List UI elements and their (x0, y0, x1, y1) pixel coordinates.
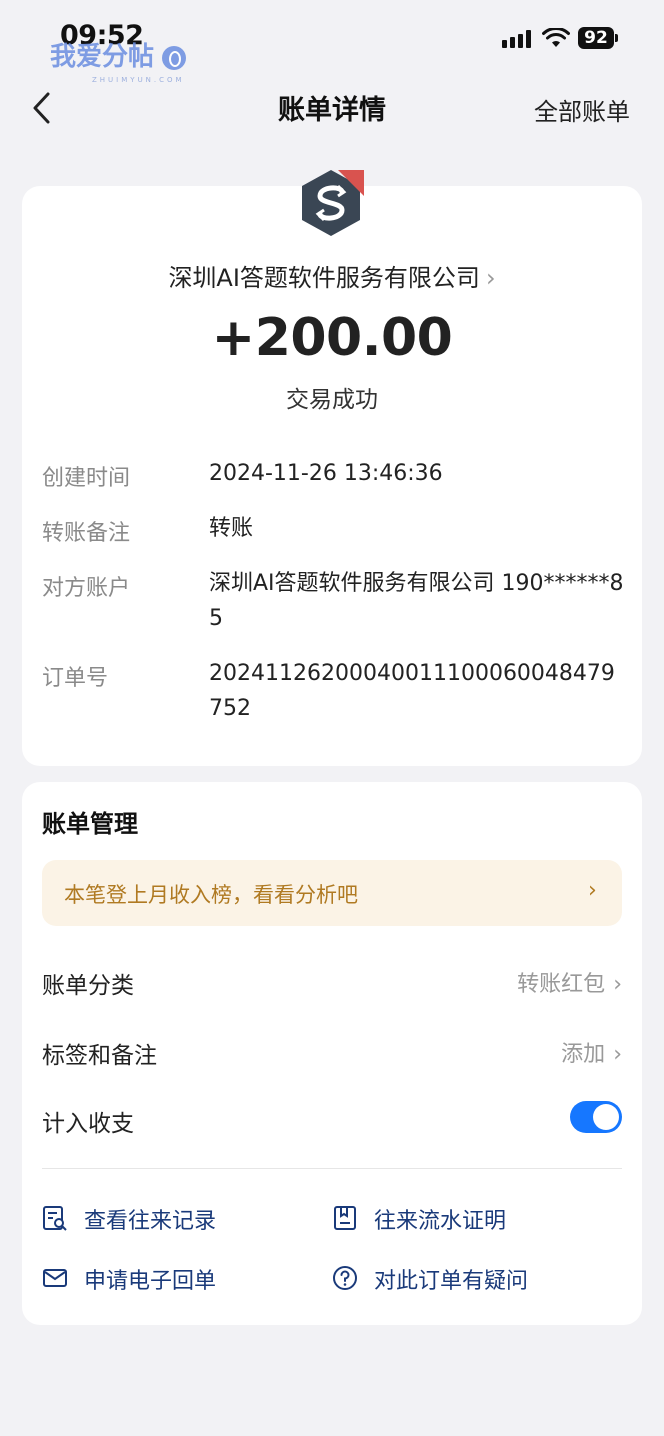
tags-notes-label: 标签和备注 (42, 1043, 157, 1069)
wifi-icon (542, 28, 570, 47)
battery-cap (615, 34, 618, 42)
order-question-link[interactable]: 对此订单有疑问 (374, 1263, 528, 1295)
detail-label-order-number: 订单号 (42, 666, 109, 691)
statement-document-icon (334, 1206, 356, 1230)
bill-category-value-text: 转账红包 (517, 972, 606, 997)
tags-notes-add[interactable]: 添加 › (561, 1036, 622, 1068)
records-search-icon (43, 1206, 67, 1231)
tags-notes-add-text: 添加 (561, 1042, 606, 1067)
detail-label-created-time: 创建时间 (42, 466, 131, 491)
detail-label-counterparty: 对方账户 (42, 576, 131, 601)
watermark-sub: ZHUIMYUN.COM (92, 76, 185, 84)
count-in-income-label: 计入收支 (42, 1111, 134, 1137)
merchant-name[interactable]: 深圳AI答题软件服务有限公司 › (0, 258, 664, 293)
watermark-text: 我爱分帖 (50, 42, 155, 72)
merchant-name-text: 深圳AI答题软件服务有限公司 (168, 264, 480, 292)
watermark-logo-icon (162, 45, 187, 70)
transaction-status: 交易成功 (286, 387, 378, 413)
detail-label-transfer-note: 转账备注 (42, 521, 131, 546)
chevron-right-icon: › (613, 1042, 622, 1067)
chevron-right-icon: › (613, 972, 622, 997)
detail-value-transfer-note: 转账 (209, 516, 254, 541)
battery-indicator: 92 (578, 27, 614, 49)
electronic-receipt-link[interactable]: 申请电子回单 (84, 1263, 216, 1295)
watermark: 我爱分帖 (50, 36, 187, 73)
view-records-link[interactable]: 查看往来记录 (84, 1203, 216, 1235)
chevron-right-icon: › (485, 264, 496, 292)
chevron-right-icon: › (588, 878, 597, 903)
toggle-knob (593, 1104, 619, 1130)
count-in-income-toggle[interactable] (570, 1101, 622, 1133)
cellular-signal-icon (502, 30, 531, 48)
envelope-icon (43, 1269, 67, 1287)
bill-management-title: 账单管理 (42, 810, 138, 838)
all-bills-link[interactable]: 全部账单 (534, 92, 630, 127)
bill-category-value[interactable]: 转账红包 › (517, 966, 622, 998)
divider (42, 1168, 622, 1169)
detail-value-counterparty: 深圳AI答题软件服务有限公司 190******85 (209, 571, 624, 631)
detail-value-order-number: 20241126200040011100060048479752 (209, 661, 615, 721)
transaction-statement-link[interactable]: 往来流水证明 (374, 1203, 506, 1235)
merchant-logo-icon (302, 170, 364, 236)
detail-value-created-time: 2024-11-26 13:46:36 (209, 461, 443, 486)
income-ranking-text: 本笔登上月收入榜，看看分析吧 (64, 883, 358, 907)
bill-category-label: 账单分类 (42, 973, 134, 999)
transaction-amount: +200.00 (211, 308, 453, 368)
question-circle-icon (333, 1266, 357, 1290)
